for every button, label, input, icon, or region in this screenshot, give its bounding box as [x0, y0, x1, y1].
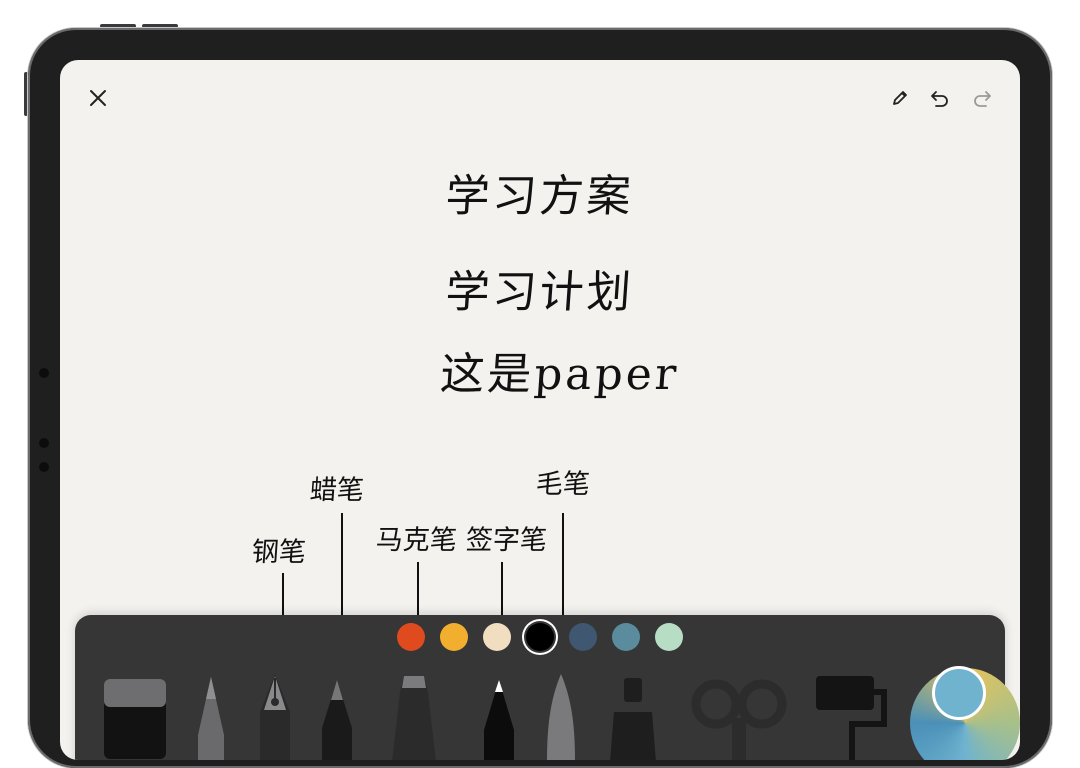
pen-label-fountain: 钢笔 [250, 537, 307, 568]
brush-icon[interactable] [543, 672, 579, 760]
color-swatch-navy[interactable] [569, 623, 597, 651]
color-swatch-cream[interactable] [483, 623, 511, 651]
color-swatch-yellow[interactable] [440, 623, 468, 651]
pencil-tool-icon[interactable] [194, 675, 228, 760]
color-swatch-black[interactable] [526, 623, 554, 651]
pen-label-brush: 毛笔 [534, 469, 591, 500]
roller-icon[interactable] [812, 672, 888, 760]
undo-icon[interactable] [926, 84, 954, 112]
leader-line [417, 562, 419, 615]
leader-line [501, 562, 503, 615]
handwritten-line-2: 学习计划 [443, 267, 636, 318]
color-swatch-red[interactable] [397, 623, 425, 651]
camera-icon [39, 438, 49, 448]
scissors-icon[interactable] [690, 672, 790, 760]
leader-line [341, 513, 343, 615]
pen-label-fineliner: 签字笔 [464, 525, 548, 556]
sensor [39, 368, 49, 378]
fountain-pen-icon[interactable] [256, 672, 294, 760]
drawing-canvas[interactable]: 学习方案 学习计划 这是paper 钢笔 蜡笔 马克笔 签字笔 毛笔 [60, 60, 1020, 760]
redo-icon[interactable] [968, 84, 996, 112]
marker-icon[interactable] [390, 672, 438, 760]
close-icon[interactable] [84, 84, 112, 112]
handwritten-title: 学习方案 [443, 171, 636, 222]
color-swatch-teal[interactable] [612, 623, 640, 651]
sensor [39, 462, 49, 472]
leader-line [562, 513, 564, 615]
fineliner-icon[interactable] [480, 678, 518, 760]
pen-label-crayon: 蜡笔 [308, 475, 365, 506]
crayon-icon[interactable] [320, 678, 354, 760]
current-color-indicator [932, 666, 986, 720]
pencil-icon[interactable] [886, 84, 914, 112]
eraser-icon[interactable] [100, 675, 170, 760]
pen-label-marker: 马克笔 [374, 525, 458, 556]
glue-icon[interactable] [608, 672, 658, 760]
color-swatch-mint[interactable] [655, 623, 683, 651]
handwritten-line-3: 这是paper [438, 349, 681, 400]
leader-line [282, 573, 284, 615]
